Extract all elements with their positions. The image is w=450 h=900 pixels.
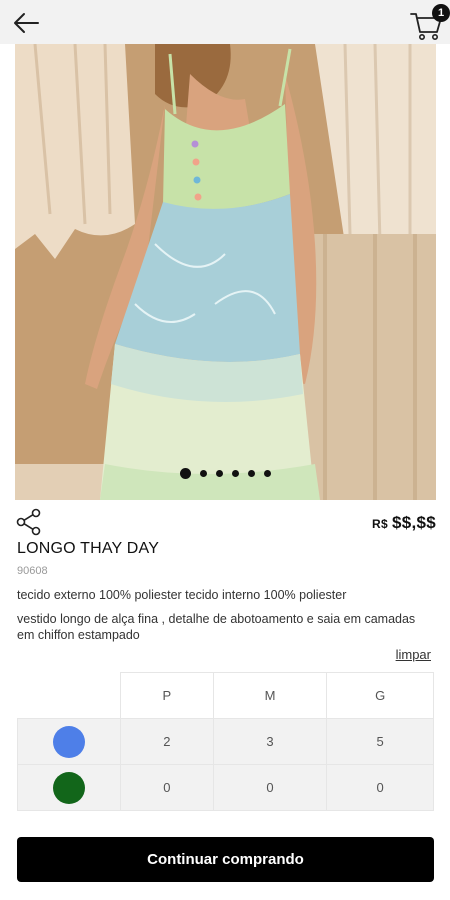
cart-count-badge: 1 <box>432 4 450 22</box>
top-bar: 1 <box>0 0 450 44</box>
size-header-row: P M G <box>17 672 434 719</box>
price-currency: R$ <box>372 517 388 531</box>
size-header: P <box>120 672 214 719</box>
arrow-left-icon <box>14 13 39 33</box>
color-row: 2 3 5 <box>17 718 434 765</box>
gallery-dot[interactable] <box>248 469 255 477</box>
quantity-cell[interactable]: 5 <box>326 718 434 765</box>
product-fabric-description: tecido externo 100% poliester tecido int… <box>17 588 347 602</box>
size-color-grid: P M G 2 3 5 0 0 0 <box>17 672 434 811</box>
continue-shopping-button[interactable]: Continuar comprando <box>17 837 434 882</box>
color-swatch-blue[interactable] <box>53 725 85 758</box>
grid-corner <box>17 672 121 719</box>
size-header: M <box>212 672 328 719</box>
color-swatch-green[interactable] <box>53 771 85 804</box>
product-image-gallery[interactable] <box>15 44 436 500</box>
color-cell <box>17 718 121 765</box>
gallery-dot[interactable] <box>216 469 223 477</box>
price-value: $$,$$ <box>391 513 436 532</box>
product-name: LONGO THAY DAY <box>17 540 160 557</box>
back-button[interactable] <box>10 6 44 40</box>
share-icon <box>16 508 41 536</box>
product-style-description: vestido longo de alça fina , detalhe de … <box>17 612 416 642</box>
quantity-cell[interactable]: 2 <box>120 718 214 765</box>
gallery-dot[interactable] <box>200 469 207 477</box>
quantity-cell[interactable]: 0 <box>326 764 434 811</box>
cart-button[interactable]: 1 <box>408 4 450 42</box>
product-photo <box>15 44 436 500</box>
quantity-cell[interactable]: 0 <box>120 764 214 811</box>
color-row: 0 0 0 <box>17 764 434 811</box>
gallery-dot[interactable] <box>264 469 271 477</box>
gallery-dot[interactable] <box>232 469 239 477</box>
product-price: R$ $$,$$ <box>372 513 436 533</box>
quantity-cell[interactable]: 0 <box>212 764 328 811</box>
clear-selection-link[interactable]: limpar <box>396 647 431 662</box>
gallery-pagination-dots <box>15 466 436 480</box>
gallery-dot[interactable] <box>180 467 191 479</box>
size-header: G <box>326 672 434 719</box>
share-button[interactable] <box>16 508 42 536</box>
quantity-cell[interactable]: 3 <box>212 718 328 765</box>
color-cell <box>17 764 121 811</box>
product-sku: 90608 <box>17 565 48 577</box>
